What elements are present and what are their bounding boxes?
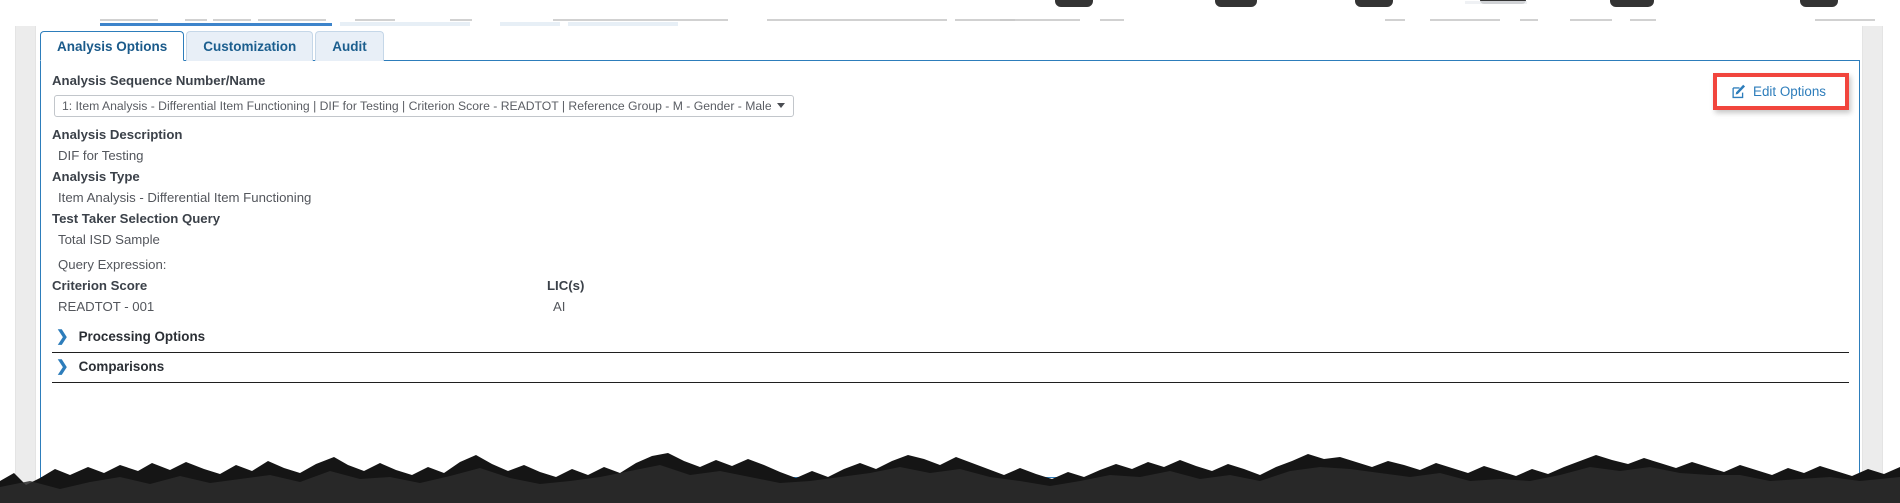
tab-bar: Analysis Options Customization Audit [40,30,386,61]
collapsible-sections: ❯ Processing Options ❯ Comparisons [52,323,1849,383]
lic-column: LIC(s) AI [547,276,947,317]
field-analysis-description: Analysis Description DIF for Testing [52,125,1843,166]
lic-label: LIC(s) [547,278,585,293]
analysis-sequence-select-wrap: 1: Item Analysis - Differential Item Fun… [54,95,794,117]
criterion-score-value: READTOT - 001 [58,299,155,314]
left-scrollbar-rail[interactable] [15,26,36,496]
edit-options-highlight-box: Edit Options [1713,73,1849,110]
tab-customization-label: Customization [203,39,297,54]
field-test-taker-query: Test Taker Selection Query Total ISD Sam… [52,209,1843,250]
field-analysis-type: Analysis Type Item Analysis - Differenti… [52,167,1843,208]
section-processing-options: ❯ Processing Options [52,323,1849,353]
lic-value: AI [553,299,566,314]
tab-audit-label: Audit [332,39,367,54]
app-screen: Analysis Options Customization Audit Edi… [0,0,1900,503]
criterion-lic-row: Criterion Score READTOT - 001 LIC(s) AI [52,276,1843,317]
query-expression-label: Query Expression: [58,257,167,272]
criterion-score-label: Criterion Score [52,278,148,293]
edit-pencil-square-icon [1732,84,1747,99]
right-scrollbar-rail[interactable] [1862,26,1883,496]
edit-options-button[interactable]: Edit Options [1722,80,1840,103]
analysis-options-panel: Edit Options Analysis Sequence Number/Na… [40,60,1860,478]
tab-audit[interactable]: Audit [315,31,384,61]
tab-analysis-options-label: Analysis Options [57,38,168,54]
analysis-description-value: DIF for Testing [58,148,144,163]
tab-customization[interactable]: Customization [186,31,314,61]
chevron-right-icon: ❯ [56,358,69,375]
clipped-page-header-artifacts [0,0,1900,26]
analysis-type-value: Item Analysis - Differential Item Functi… [58,190,312,205]
analysis-sequence-select[interactable]: 1: Item Analysis - Differential Item Fun… [54,95,794,117]
analysis-type-label: Analysis Type [52,169,140,184]
test-taker-query-value: Total ISD Sample [58,232,160,247]
section-comparisons-label: Comparisons [78,359,165,374]
section-processing-options-header[interactable]: ❯ Processing Options [52,323,1849,352]
analysis-description-label: Analysis Description [52,127,183,142]
field-analysis-sequence: Analysis Sequence Number/Name 1: Item An… [52,71,1843,117]
chevron-right-icon: ❯ [56,328,69,345]
section-comparisons-header[interactable]: ❯ Comparisons [52,353,1849,382]
analysis-sequence-label: Analysis Sequence Number/Name [52,73,266,88]
criterion-score-column: Criterion Score READTOT - 001 [52,276,547,317]
section-processing-options-label: Processing Options [78,329,206,344]
tab-analysis-options[interactable]: Analysis Options [40,31,185,61]
field-query-expression: Query Expression: [52,254,1843,275]
edit-options-label: Edit Options [1753,84,1826,99]
section-comparisons: ❯ Comparisons [52,353,1849,383]
test-taker-query-label: Test Taker Selection Query [52,211,221,226]
